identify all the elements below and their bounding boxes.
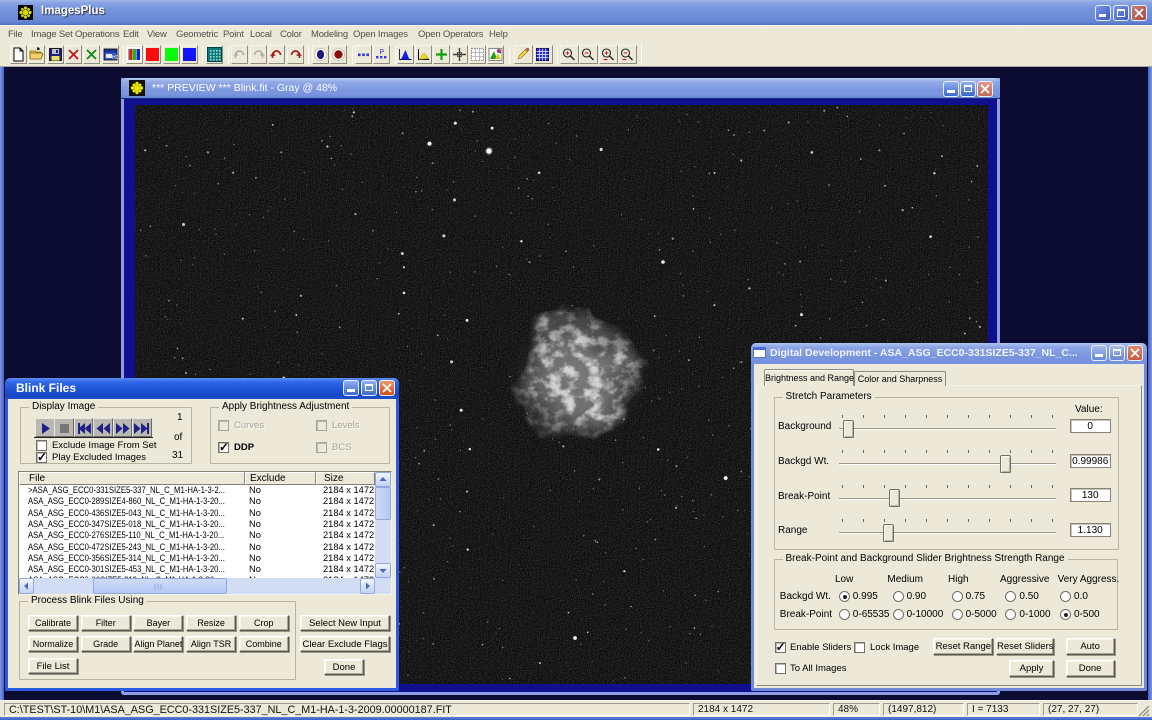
svg-text:HD: HD bbox=[112, 55, 118, 61]
